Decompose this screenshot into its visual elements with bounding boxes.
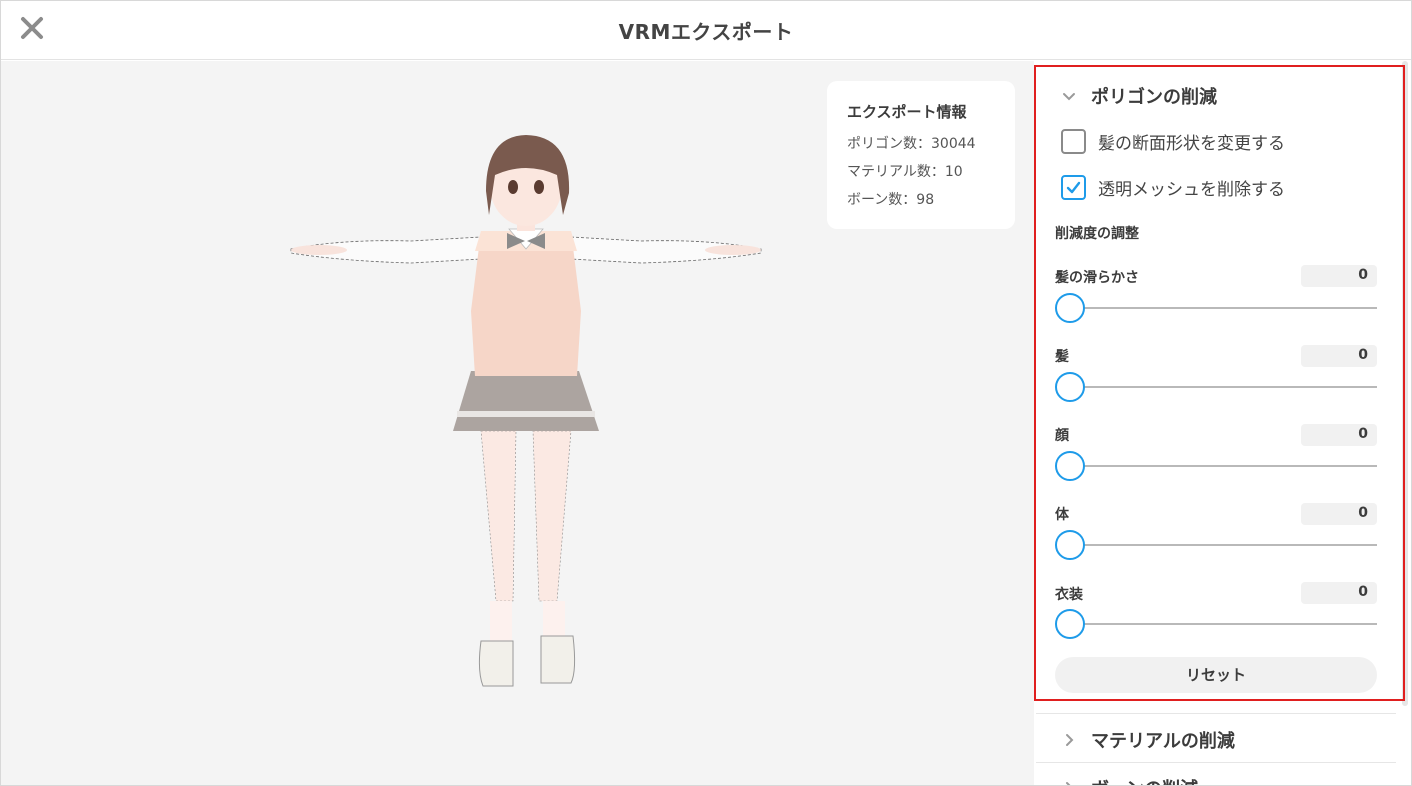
slider-label-body: 体 bbox=[1055, 507, 1069, 523]
section-divider bbox=[1036, 713, 1396, 714]
bone-reduction-header[interactable]: ボーンの削減 bbox=[1059, 775, 1198, 785]
bone-reduction-title: ボーンの削減 bbox=[1091, 775, 1198, 785]
slider-label-hair: 髪 bbox=[1055, 349, 1069, 365]
hair-cross-section-option[interactable]: 髪の断面形状を変更する bbox=[1061, 129, 1285, 154]
slider-thumb-face[interactable] bbox=[1055, 451, 1085, 481]
polygon-count: ポリゴン数：30044 bbox=[847, 136, 976, 152]
bone-count: ボーン数：98 bbox=[847, 192, 935, 208]
avatar-model-image bbox=[290, 135, 762, 687]
material-reduction-title: マテリアルの削減 bbox=[1091, 731, 1235, 752]
model-viewport[interactable]: エクスポート情報 ポリゴン数：30044 マテリアル数：10 ボーン数：98 bbox=[1, 61, 1034, 785]
section-divider bbox=[1036, 762, 1396, 763]
slider-thumb-hair-smoothness[interactable] bbox=[1055, 293, 1085, 323]
panel-scrollbar[interactable] bbox=[1402, 61, 1408, 706]
slider-track-hair-smoothness[interactable] bbox=[1067, 307, 1377, 309]
hair-cross-section-checkbox[interactable] bbox=[1061, 129, 1086, 154]
slider-value-hair[interactable]: 0 bbox=[1301, 345, 1377, 367]
remove-transparent-mesh-checkbox[interactable] bbox=[1061, 175, 1086, 200]
slider-value-face[interactable]: 0 bbox=[1301, 424, 1377, 446]
export-window: VRMエクスポート エクスポート情報 ポリゴン数：30044 マテリアル数：10… bbox=[0, 0, 1412, 786]
chevron-right-icon bbox=[1059, 730, 1079, 750]
chevron-right-icon bbox=[1059, 778, 1079, 785]
slider-label-costume: 衣装 bbox=[1055, 587, 1083, 603]
slider-thumb-costume[interactable] bbox=[1055, 609, 1085, 639]
header-bar: VRMエクスポート bbox=[1, 1, 1411, 60]
slider-track-body[interactable] bbox=[1067, 544, 1377, 546]
slider-value-hair-smoothness[interactable]: 0 bbox=[1301, 265, 1377, 287]
slider-track-hair[interactable] bbox=[1067, 386, 1377, 388]
material-count: マテリアル数：10 bbox=[847, 164, 963, 180]
slider-value-costume[interactable]: 0 bbox=[1301, 582, 1377, 604]
slider-label-hair-smoothness: 髪の滑らかさ bbox=[1055, 270, 1139, 286]
export-info-card: エクスポート情報 ポリゴン数：30044 マテリアル数：10 ボーン数：98 bbox=[827, 81, 1015, 229]
slider-thumb-hair[interactable] bbox=[1055, 372, 1085, 402]
export-info-title: エクスポート情報 bbox=[847, 103, 967, 121]
reset-button[interactable]: リセット bbox=[1055, 657, 1377, 693]
polygon-reduction-title: ポリゴンの削減 bbox=[1091, 87, 1217, 108]
slider-label-face: 顔 bbox=[1055, 428, 1069, 444]
page-title: VRMエクスポート bbox=[618, 20, 794, 44]
polygon-reduction-header[interactable]: ポリゴンの削減 bbox=[1059, 83, 1217, 109]
slider-track-costume[interactable] bbox=[1067, 623, 1377, 625]
slider-thumb-body[interactable] bbox=[1055, 530, 1085, 560]
reduction-adjust-heading: 削減度の調整 bbox=[1055, 226, 1139, 242]
hair-cross-section-label: 髪の断面形状を変更する bbox=[1098, 134, 1285, 154]
slider-value-body[interactable]: 0 bbox=[1301, 503, 1377, 525]
slider-track-face[interactable] bbox=[1067, 465, 1377, 467]
remove-transparent-mesh-label: 透明メッシュを削除する bbox=[1098, 180, 1285, 200]
chevron-down-icon bbox=[1059, 86, 1079, 106]
material-reduction-header[interactable]: マテリアルの削減 bbox=[1059, 727, 1235, 753]
checkmark-icon bbox=[1066, 181, 1081, 194]
remove-transparent-mesh-option[interactable]: 透明メッシュを削除する bbox=[1061, 175, 1285, 200]
